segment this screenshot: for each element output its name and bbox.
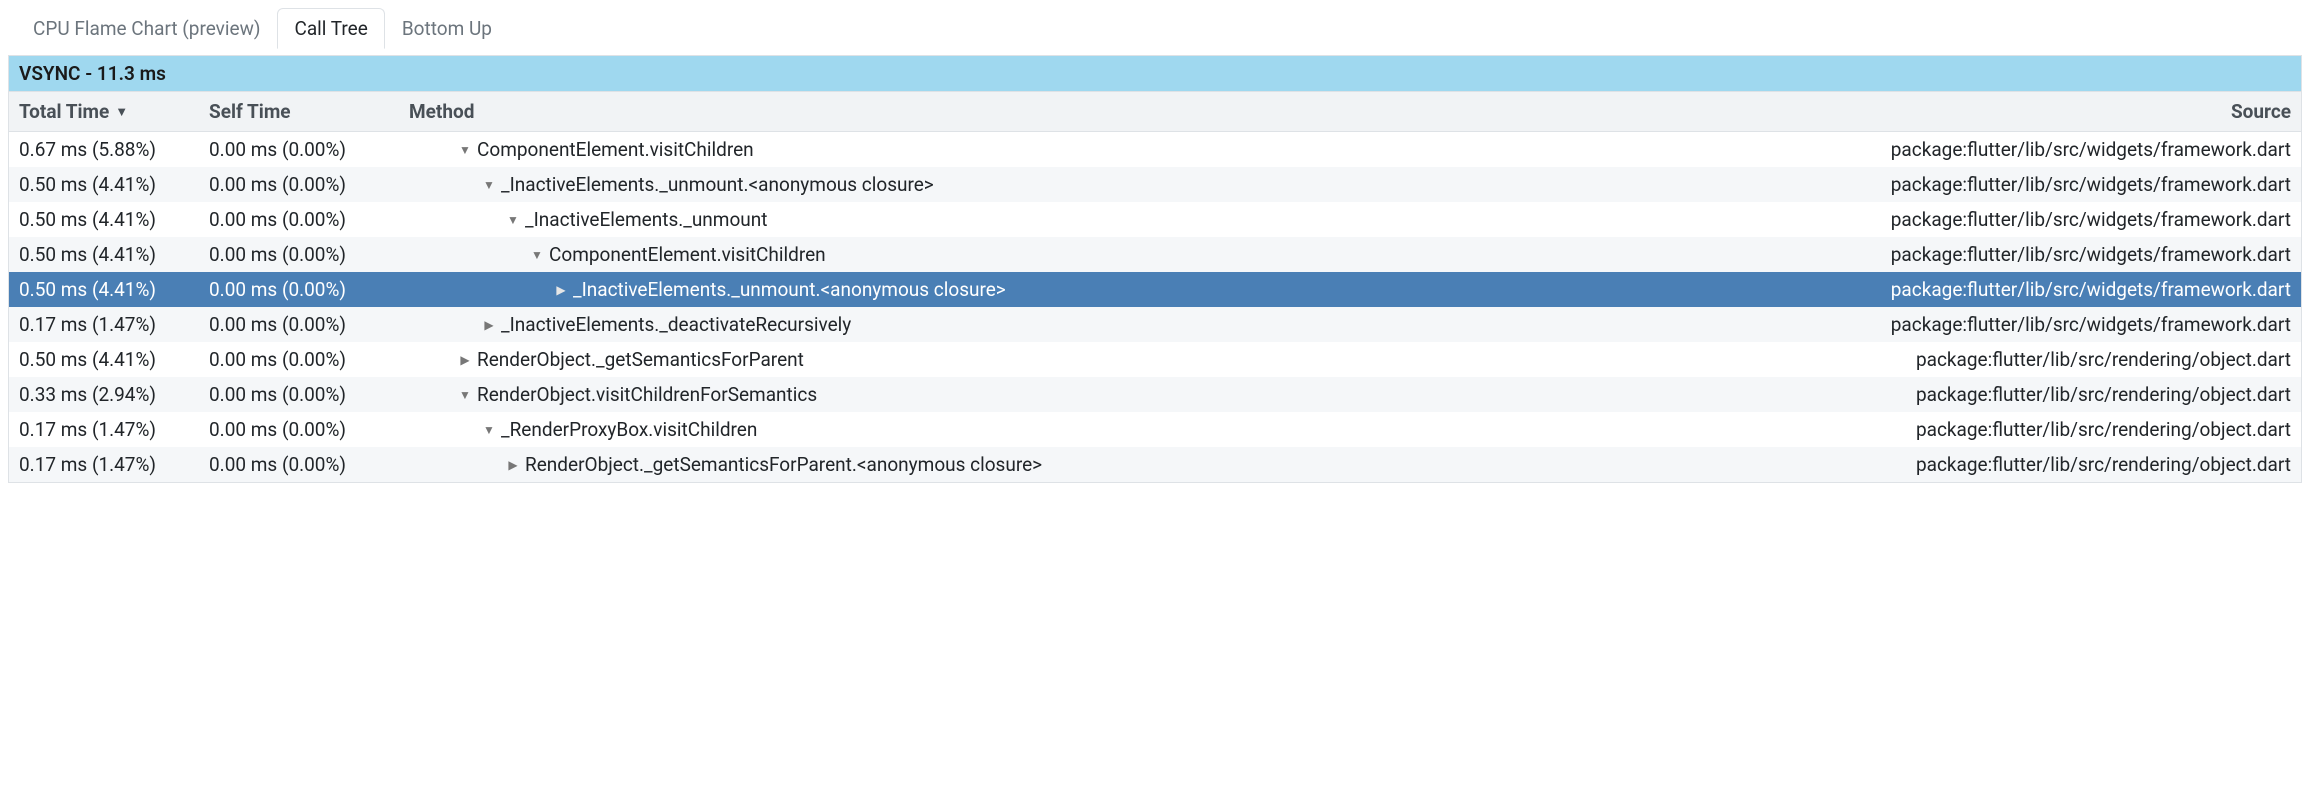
cell-self-time: 0.00 ms (0.00%) (209, 138, 409, 161)
cell-total-time: 0.67 ms (5.88%) (19, 138, 209, 161)
column-header-label: Total Time (19, 100, 109, 123)
table-row[interactable]: 0.17 ms (1.47%)0.00 ms (0.00%) ▼ _RenderPr… (9, 412, 2301, 447)
cell-method: ▶ _InactiveElements._unmount.<anonymous c… (409, 278, 1861, 301)
column-header-total-time[interactable]: Total Time ▼ (19, 100, 209, 123)
chevron-right-icon[interactable]: ▶ (457, 353, 473, 367)
cell-total-time: 0.50 ms (4.41%) (19, 278, 209, 301)
method-name: RenderObject._getSemanticsForParent.<ano… (525, 453, 1042, 476)
cell-method: ▶ RenderObject._getSemanticsForParent.<an… (409, 453, 1861, 476)
method-name: RenderObject.visitChildrenForSemantics (477, 383, 817, 406)
frame-banner: VSYNC - 11.3 ms (9, 56, 2301, 91)
cell-source: package:flutter/lib/src/rendering/object… (1861, 383, 2291, 406)
cell-self-time: 0.00 ms (0.00%) (209, 418, 409, 441)
cell-total-time: 0.33 ms (2.94%) (19, 383, 209, 406)
column-header-row: Total Time ▼ Self Time Method Source (9, 91, 2301, 132)
cell-total-time: 0.50 ms (4.41%) (19, 348, 209, 371)
cell-method: ▼ ComponentElement.visitChildren (409, 138, 1861, 161)
cell-source: package:flutter/lib/src/widgets/framewor… (1861, 313, 2291, 336)
chevron-down-icon[interactable]: ▼ (529, 248, 545, 262)
table-row[interactable]: 0.17 ms (1.47%)0.00 ms (0.00%) ▶ RenderObj… (9, 447, 2301, 482)
table-row[interactable]: 0.50 ms (4.41%)0.00 ms (0.00%) ▼ Component… (9, 237, 2301, 272)
cell-self-time: 0.00 ms (0.00%) (209, 383, 409, 406)
cell-total-time: 0.50 ms (4.41%) (19, 173, 209, 196)
table-row[interactable]: 0.67 ms (5.88%)0.00 ms (0.00%) ▼ Component… (9, 132, 2301, 167)
method-name: ComponentElement.visitChildren (477, 138, 754, 161)
cell-source: package:flutter/lib/src/widgets/framewor… (1861, 138, 2291, 161)
cell-self-time: 0.00 ms (0.00%) (209, 208, 409, 231)
tab-bottom-up[interactable]: Bottom Up (385, 8, 509, 49)
cell-self-time: 0.00 ms (0.00%) (209, 243, 409, 266)
cell-total-time: 0.50 ms (4.41%) (19, 208, 209, 231)
table-row[interactable]: 0.17 ms (1.47%)0.00 ms (0.00%) ▶ _Inactive… (9, 307, 2301, 342)
chevron-right-icon[interactable]: ▶ (481, 318, 497, 332)
chevron-right-icon[interactable]: ▶ (553, 283, 569, 297)
chevron-right-icon[interactable]: ▶ (505, 458, 521, 472)
call-tree-rows: 0.67 ms (5.88%)0.00 ms (0.00%)▼Component… (9, 132, 2301, 482)
chevron-down-icon[interactable]: ▼ (481, 423, 497, 437)
cell-source: package:flutter/lib/src/widgets/framewor… (1861, 208, 2291, 231)
cell-total-time: 0.17 ms (1.47%) (19, 453, 209, 476)
cell-total-time: 0.17 ms (1.47%) (19, 418, 209, 441)
chevron-down-icon[interactable]: ▼ (505, 213, 521, 227)
cell-total-time: 0.17 ms (1.47%) (19, 313, 209, 336)
table-row[interactable]: 0.50 ms (4.41%)0.00 ms (0.00%) ▶ _Inactive… (9, 272, 2301, 307)
cell-source: package:flutter/lib/src/rendering/object… (1861, 348, 2291, 371)
cell-self-time: 0.00 ms (0.00%) (209, 313, 409, 336)
tab-call-tree[interactable]: Call Tree (277, 8, 384, 49)
cell-method: ▼ RenderObject.visitChildrenForSemantics (409, 383, 1861, 406)
column-header-method[interactable]: Method (409, 100, 1861, 123)
cell-source: package:flutter/lib/src/widgets/framewor… (1861, 173, 2291, 196)
method-name: _InactiveElements._unmount (525, 208, 767, 231)
cell-method: ▶ RenderObject._getSemanticsForParent (409, 348, 1861, 371)
sort-descending-icon: ▼ (115, 104, 128, 120)
cell-self-time: 0.00 ms (0.00%) (209, 453, 409, 476)
cell-total-time: 0.50 ms (4.41%) (19, 243, 209, 266)
cell-method: ▼ ComponentElement.visitChildren (409, 243, 1861, 266)
call-tree-panel: VSYNC - 11.3 ms Total Time ▼ Self Time M… (8, 55, 2302, 483)
cell-method: ▶ _InactiveElements._deactivateRecursivel… (409, 313, 1861, 336)
cell-source: package:flutter/lib/src/rendering/object… (1861, 453, 2291, 476)
cell-source: package:flutter/lib/src/rendering/object… (1861, 418, 2291, 441)
method-name: RenderObject._getSemanticsForParent (477, 348, 804, 371)
method-name: _InactiveElements._unmount.<anonymous cl… (573, 278, 1006, 301)
table-row[interactable]: 0.50 ms (4.41%)0.00 ms (0.00%) ▼ _Inactive… (9, 202, 2301, 237)
method-name: _InactiveElements._unmount.<anonymous cl… (501, 173, 934, 196)
tab-flame-chart[interactable]: CPU Flame Chart (preview) (16, 8, 277, 49)
chevron-down-icon[interactable]: ▼ (457, 388, 473, 402)
method-name: _RenderProxyBox.visitChildren (501, 418, 757, 441)
chevron-down-icon[interactable]: ▼ (457, 143, 473, 157)
table-row[interactable]: 0.50 ms (4.41%)0.00 ms (0.00%) ▼ _Inactive… (9, 167, 2301, 202)
table-row[interactable]: 0.33 ms (2.94%)0.00 ms (0.00%) ▼ RenderObj… (9, 377, 2301, 412)
cell-self-time: 0.00 ms (0.00%) (209, 173, 409, 196)
cell-self-time: 0.00 ms (0.00%) (209, 278, 409, 301)
cell-method: ▼ _InactiveElements._unmount (409, 208, 1861, 231)
method-name: ComponentElement.visitChildren (549, 243, 826, 266)
cell-method: ▼ _InactiveElements._unmount.<anonymous c… (409, 173, 1861, 196)
table-row[interactable]: 0.50 ms (4.41%)0.00 ms (0.00%) ▶ RenderObj… (9, 342, 2301, 377)
cell-method: ▼ _RenderProxyBox.visitChildren (409, 418, 1861, 441)
cell-self-time: 0.00 ms (0.00%) (209, 348, 409, 371)
cell-source: package:flutter/lib/src/widgets/framewor… (1861, 243, 2291, 266)
cell-source: package:flutter/lib/src/widgets/framewor… (1861, 278, 2291, 301)
method-name: _InactiveElements._deactivateRecursively (501, 313, 851, 336)
column-header-self-time[interactable]: Self Time (209, 100, 409, 123)
tabs: CPU Flame Chart (preview) Call Tree Bott… (8, 8, 2302, 49)
chevron-down-icon[interactable]: ▼ (481, 178, 497, 192)
column-header-source[interactable]: Source (1861, 100, 2291, 123)
